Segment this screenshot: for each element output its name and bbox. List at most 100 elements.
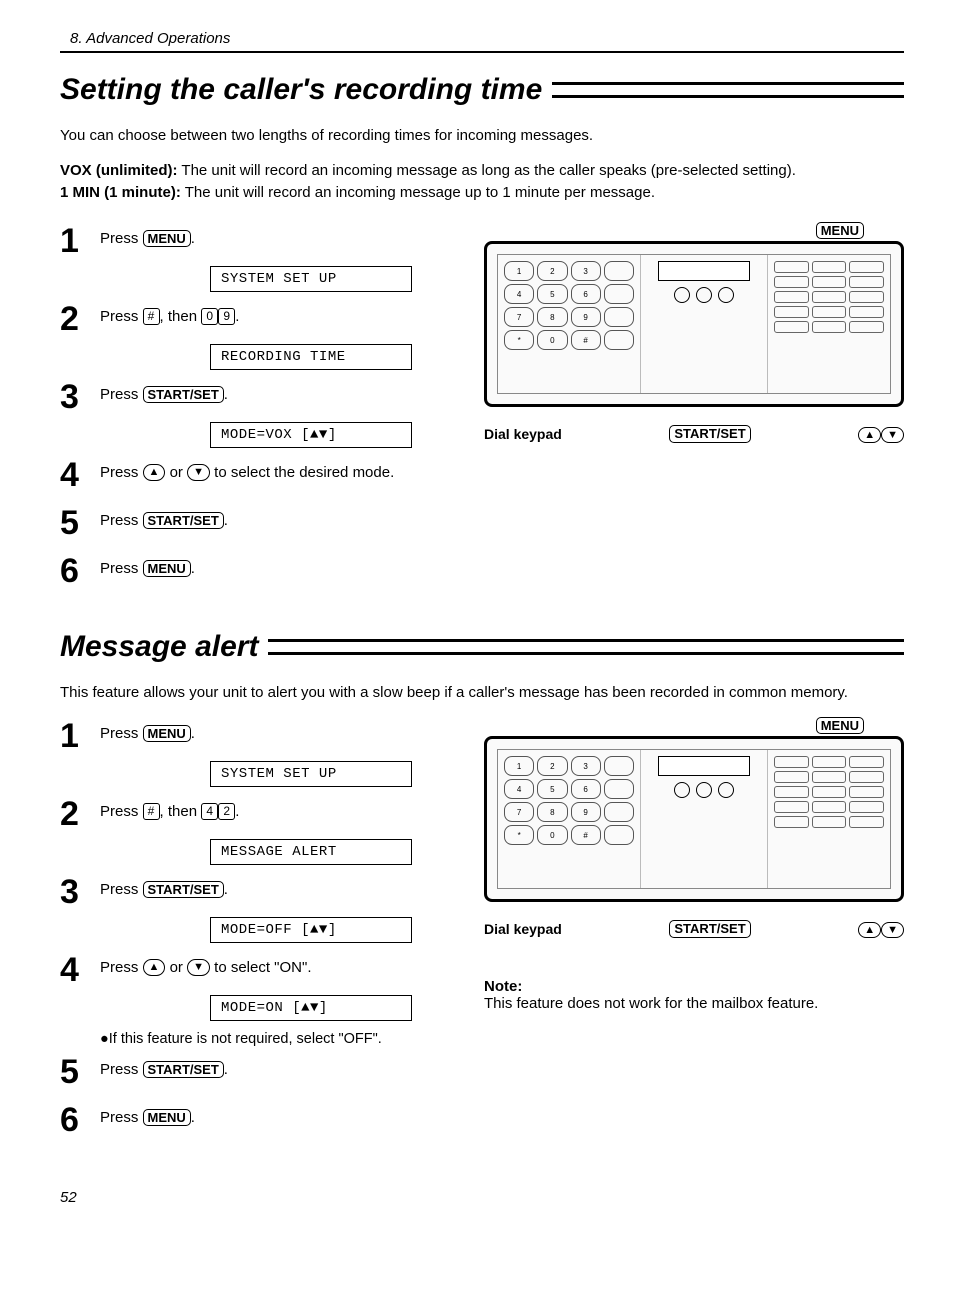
function-keys-icon bbox=[767, 255, 890, 393]
step-text: Press bbox=[100, 803, 143, 820]
start-set-label: START/SET bbox=[669, 425, 750, 443]
lcd-display: RECORDING TIME bbox=[210, 344, 412, 370]
step-number: 2 bbox=[60, 797, 86, 831]
dial-keypad-label: Dial keypad bbox=[484, 426, 562, 442]
lcd-icon bbox=[658, 756, 750, 776]
step-text: Press bbox=[100, 464, 143, 481]
page-number: 52 bbox=[60, 1189, 904, 1206]
vox-term: VOX (unlimited): bbox=[60, 162, 178, 179]
menu-button: MENU bbox=[143, 230, 191, 248]
step-number: 5 bbox=[60, 1055, 86, 1089]
vox-desc: The unit will record an incoming message… bbox=[181, 162, 795, 179]
diagram-column: MENU 123 456 789 *0# bbox=[484, 717, 904, 1012]
note-text: This feature does not work for the mailb… bbox=[484, 995, 904, 1012]
step-text: to select "ON". bbox=[210, 959, 312, 976]
up-arrow-button: ▲ bbox=[143, 464, 166, 480]
step-text: Press bbox=[100, 230, 143, 247]
menu-button: MENU bbox=[143, 725, 191, 743]
up-arrow-button: ▲ bbox=[143, 959, 166, 975]
step-number: 1 bbox=[60, 224, 86, 258]
lcd-display: MODE=VOX [▲▼] bbox=[210, 422, 412, 448]
step-text: Press bbox=[100, 959, 143, 976]
step-number: 6 bbox=[60, 1103, 86, 1137]
up-arrow-label: ▲ bbox=[858, 427, 881, 443]
button-icon bbox=[696, 287, 712, 303]
down-arrow-label: ▼ bbox=[881, 922, 904, 938]
lcd-icon bbox=[658, 261, 750, 281]
step-number: 5 bbox=[60, 506, 86, 540]
lcd-display: SYSTEM SET UP bbox=[210, 761, 412, 787]
lcd-display: MODE=OFF [▲▼] bbox=[210, 917, 412, 943]
menu-button: MENU bbox=[143, 1109, 191, 1127]
dial-keypad-icon: 123 456 789 *0# bbox=[498, 255, 641, 393]
lcd-display: MODE=ON [▲▼] bbox=[210, 995, 412, 1021]
section-title-row: Message alert bbox=[60, 630, 904, 664]
title-decoration bbox=[552, 82, 904, 98]
intro-text: This feature allows your unit to alert y… bbox=[60, 682, 904, 703]
down-arrow-button: ▼ bbox=[187, 464, 210, 480]
start-set-button: START/SET bbox=[143, 512, 224, 530]
1min-term: 1 MIN (1 minute): bbox=[60, 184, 181, 201]
step-number: 3 bbox=[60, 380, 86, 414]
menu-button: MENU bbox=[143, 560, 191, 578]
hash-key: # bbox=[143, 308, 160, 324]
step-number: 3 bbox=[60, 875, 86, 909]
lcd-display: MESSAGE ALERT bbox=[210, 839, 412, 865]
diagram-column: MENU 123 456 789 *0# bbox=[484, 222, 904, 443]
step-text: Press bbox=[100, 560, 143, 577]
step-text: , then bbox=[160, 803, 202, 820]
button-icon bbox=[674, 782, 690, 798]
button-icon bbox=[718, 782, 734, 798]
step-text: Press bbox=[100, 881, 143, 898]
digit-key: 0 bbox=[201, 308, 218, 324]
up-arrow-label: ▲ bbox=[858, 922, 881, 938]
step-text: Press bbox=[100, 1109, 143, 1126]
step-number: 6 bbox=[60, 554, 86, 588]
definitions: VOX (unlimited): The unit will record an… bbox=[60, 160, 904, 204]
dial-keypad-label: Dial keypad bbox=[484, 921, 562, 937]
step-text: Press bbox=[100, 1061, 143, 1078]
step-number: 1 bbox=[60, 719, 86, 753]
start-set-label: START/SET bbox=[669, 920, 750, 938]
step-text: to select the desired mode. bbox=[210, 464, 394, 481]
function-keys-icon bbox=[767, 750, 890, 888]
device-diagram: 123 456 789 *0# bbox=[484, 736, 904, 902]
chapter-header: 8. Advanced Operations bbox=[60, 30, 904, 47]
horizontal-rule bbox=[60, 51, 904, 53]
dial-keypad-icon: 123 456 789 *0# bbox=[498, 750, 641, 888]
button-icon bbox=[674, 287, 690, 303]
menu-button-label: MENU bbox=[816, 222, 864, 240]
bullet-note: ●If this feature is not required, select… bbox=[100, 1031, 456, 1047]
button-icon bbox=[718, 287, 734, 303]
step-text: or bbox=[165, 959, 187, 976]
menu-button-label: MENU bbox=[816, 717, 864, 735]
section-title: Message alert bbox=[60, 630, 258, 664]
step-text: Press bbox=[100, 308, 143, 325]
digit-key: 9 bbox=[218, 308, 235, 324]
note-heading: Note: bbox=[484, 978, 904, 995]
step-text: Press bbox=[100, 512, 143, 529]
title-decoration bbox=[268, 639, 904, 655]
device-diagram: 123 456 789 *0# bbox=[484, 241, 904, 407]
step-number: 4 bbox=[60, 458, 86, 492]
digit-key: 4 bbox=[201, 803, 218, 819]
step-text: Press bbox=[100, 386, 143, 403]
down-arrow-label: ▼ bbox=[881, 427, 904, 443]
button-icon bbox=[696, 782, 712, 798]
steps-column: 1 Press MENU. SYSTEM SET UP 2 Press #, t… bbox=[60, 717, 456, 1139]
start-set-button: START/SET bbox=[143, 386, 224, 404]
steps-column: 1 Press MENU. SYSTEM SET UP 2 Press #, t… bbox=[60, 222, 456, 590]
start-set-button: START/SET bbox=[143, 1061, 224, 1079]
step-number: 4 bbox=[60, 953, 86, 987]
section-title: Setting the caller's recording time bbox=[60, 73, 542, 107]
note-block: Note: This feature does not work for the… bbox=[484, 978, 904, 1012]
digit-key: 2 bbox=[218, 803, 235, 819]
hash-key: # bbox=[143, 803, 160, 819]
1min-desc: The unit will record an incoming message… bbox=[185, 184, 655, 201]
section-title-row: Setting the caller's recording time bbox=[60, 73, 904, 107]
start-set-button: START/SET bbox=[143, 881, 224, 899]
step-number: 2 bbox=[60, 302, 86, 336]
step-text: Press bbox=[100, 725, 143, 742]
intro-text: You can choose between two lengths of re… bbox=[60, 125, 904, 146]
step-text: , then bbox=[160, 308, 202, 325]
